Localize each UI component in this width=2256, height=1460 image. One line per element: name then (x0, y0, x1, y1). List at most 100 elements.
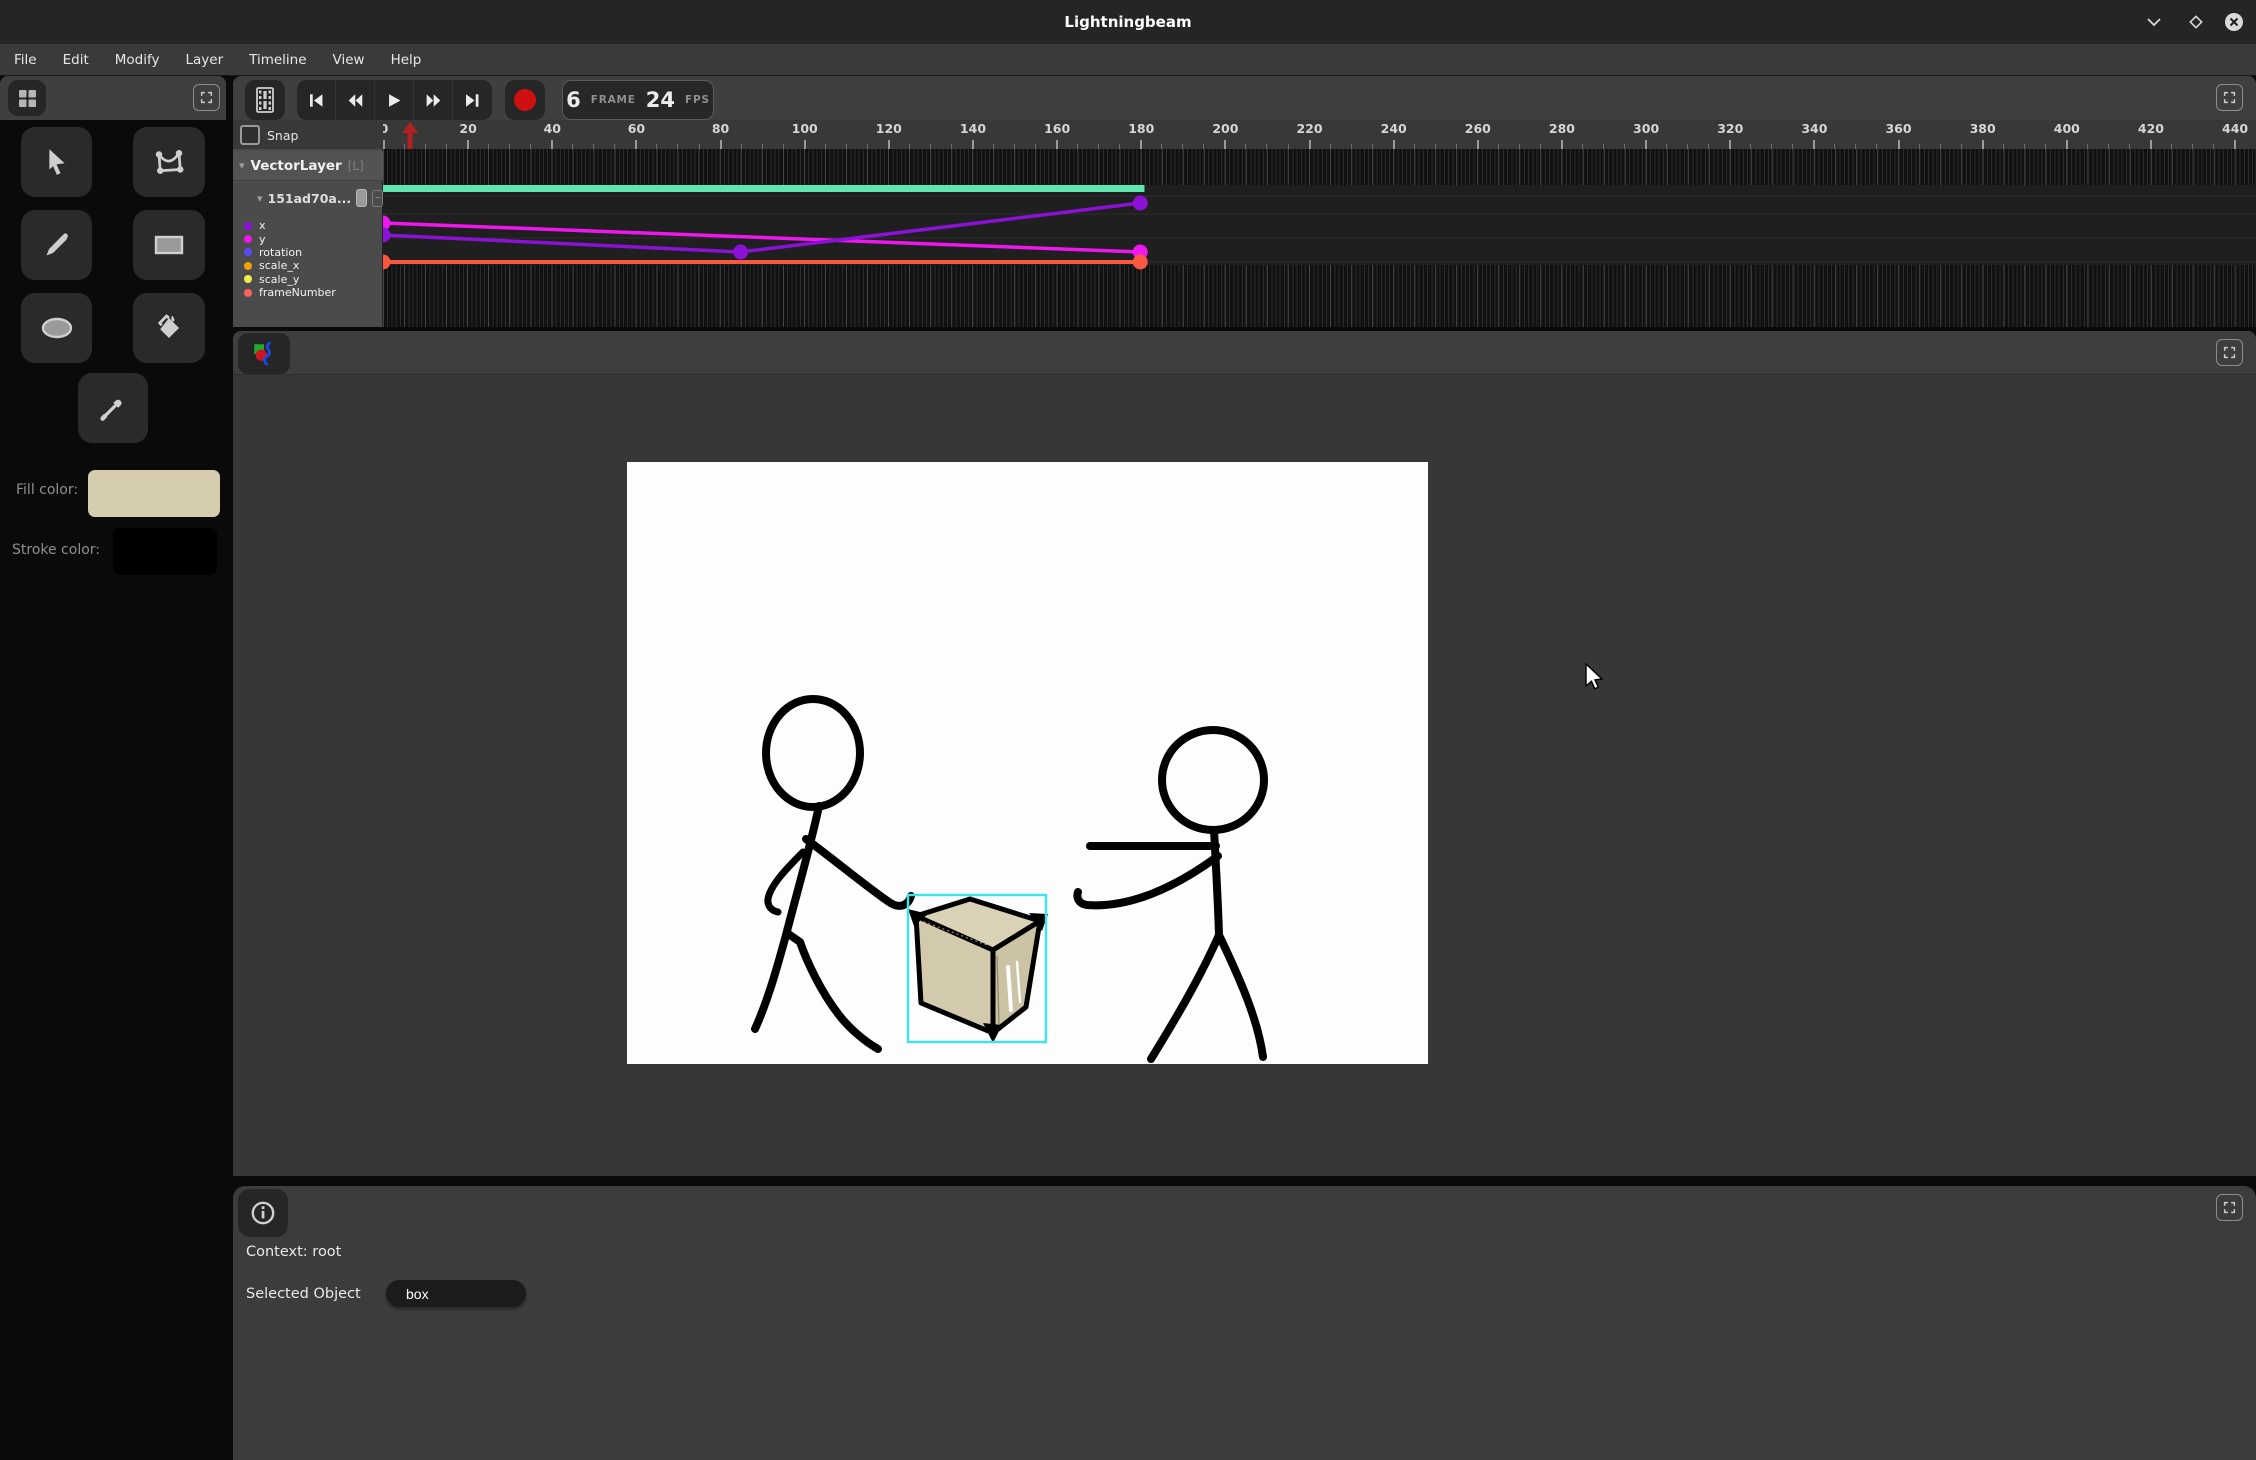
skip-to-end-button[interactable] (453, 80, 492, 120)
layer-name: VectorLayer (251, 158, 342, 174)
stick-figure-right[interactable] (1077, 730, 1264, 1059)
property-label: rotation (259, 246, 302, 259)
panel-grid-button[interactable] (8, 80, 46, 116)
ruler-tick-major (1140, 140, 1142, 149)
stick-figure-left[interactable] (755, 699, 911, 1049)
ruler-tick-major (635, 140, 637, 149)
node-editor-tool-button[interactable] (133, 127, 205, 197)
pencil-tool-button[interactable] (21, 210, 92, 280)
layer-tag: [L] (348, 159, 364, 173)
maximize-icon[interactable] (2184, 10, 2208, 34)
fill-color-label: Fill color: (16, 482, 78, 498)
ruler-tick-major (2234, 140, 2236, 149)
timeline-expand-button[interactable] (2216, 84, 2243, 111)
inspector-expand-button[interactable] (2216, 1194, 2243, 1221)
object-name: 151ad70a... (268, 191, 352, 206)
object-row[interactable]: ▾ 151ad70a... ~ (233, 183, 383, 213)
menu-modify[interactable]: Modify (115, 52, 160, 68)
ruler-tick-major (720, 140, 722, 149)
fill-color-swatch[interactable] (88, 470, 220, 517)
property-label: scale_y (259, 273, 299, 286)
ruler-scale[interactable]: 0204060801001201401601802002202402602803… (383, 120, 2256, 149)
ellipse-tool-button[interactable] (21, 293, 92, 363)
keyframe-x-85[interactable] (733, 245, 748, 260)
timeline-ruler[interactable]: Snap 02040608010012014016018020022024026… (233, 120, 2256, 149)
paint-bucket-tool-button[interactable] (133, 293, 205, 363)
ruler-tick-major (1982, 140, 1984, 149)
rectangle-tool-button[interactable] (133, 210, 205, 280)
ruler-label-60: 60 (628, 121, 645, 136)
stage[interactable] (627, 462, 1428, 1064)
stroke-color-swatch[interactable] (113, 528, 217, 575)
property-row-scale_y[interactable]: scale_y (233, 273, 383, 286)
fast-forward-button[interactable] (414, 80, 453, 120)
ruler-label-280: 280 (1549, 121, 1575, 136)
object-visibility-button[interactable] (356, 189, 367, 207)
menu-layer[interactable]: Layer (185, 52, 223, 68)
tool-panel-expand-button[interactable] (193, 84, 220, 111)
play-button[interactable] (375, 80, 414, 120)
canvas-workspace[interactable] (233, 375, 2256, 1176)
layer-span-bar[interactable] (383, 185, 1144, 192)
rectangle-icon (153, 233, 185, 257)
ruler-tick-major (1393, 140, 1395, 149)
menu-view[interactable]: View (333, 52, 365, 68)
object-ease-button[interactable]: ~ (372, 190, 383, 207)
menu-timeline[interactable]: Timeline (249, 52, 306, 68)
ruler-tick-major (2066, 140, 2068, 149)
keyframe-frameNumber-180[interactable] (1133, 255, 1148, 270)
layer-disclosure-icon[interactable]: ▾ (239, 159, 245, 172)
object-disclosure-icon[interactable]: ▾ (257, 192, 263, 205)
property-row-frameNumber[interactable]: frameNumber (233, 286, 383, 299)
expand-icon (2223, 346, 2236, 359)
skip-to-start-button[interactable] (297, 80, 336, 120)
keyframe-x-180[interactable] (1133, 196, 1148, 211)
snap-checkbox[interactable] (240, 125, 260, 145)
ruler-label-260: 260 (1465, 121, 1491, 136)
property-row-rotation[interactable]: rotation (233, 246, 383, 259)
property-row-scale_x[interactable]: scale_x (233, 259, 383, 272)
ruler-tick-major (383, 140, 385, 149)
ruler-tick-major (804, 140, 806, 149)
ruler-tick-major (1224, 140, 1226, 149)
menu-bar: File Edit Modify Layer Timeline View Help (0, 44, 2256, 76)
ruler-tick-major (1477, 140, 1479, 149)
ruler-tick-major (1729, 140, 1731, 149)
menu-edit[interactable]: Edit (63, 52, 89, 68)
close-icon[interactable] (2222, 10, 2246, 34)
ruler-label-100: 100 (792, 121, 818, 136)
ruler-label-380: 380 (1970, 121, 1996, 136)
record-button[interactable] (505, 80, 545, 120)
canvas-mode-button[interactable] (238, 333, 290, 374)
ruler-label-240: 240 (1381, 121, 1407, 136)
pencil-icon (43, 231, 71, 259)
ruler-label-400: 400 (2054, 121, 2080, 136)
property-row-x[interactable]: x (233, 219, 383, 232)
cursor-icon (44, 148, 70, 176)
rewind-button[interactable] (336, 80, 375, 120)
keyframe-x-0[interactable] (383, 228, 391, 243)
select-tool-button[interactable] (21, 127, 92, 197)
menu-file[interactable]: File (14, 52, 37, 68)
eyedropper-tool-button[interactable] (78, 373, 148, 443)
ruler-tick-major (551, 140, 553, 149)
playhead[interactable] (401, 122, 419, 149)
ruler-tick-major (1309, 140, 1311, 149)
box-object[interactable] (908, 895, 1048, 1043)
keyframe-area[interactable] (383, 149, 2256, 327)
keyframe-frameNumber-0[interactable] (383, 255, 391, 270)
animation-curves[interactable] (383, 149, 2256, 327)
minimize-icon[interactable] (2142, 10, 2166, 34)
ruler-label-120: 120 (876, 121, 902, 136)
layer-row[interactable]: ▾ VectorLayer [L] (233, 151, 383, 181)
selected-object-value[interactable]: box (386, 1280, 526, 1307)
property-label: frameNumber (259, 286, 336, 299)
ruler-label-360: 360 (1885, 121, 1911, 136)
menu-help[interactable]: Help (391, 52, 422, 68)
info-button[interactable] (238, 1189, 288, 1237)
film-button[interactable] (245, 80, 285, 120)
ruler-label-160: 160 (1044, 121, 1070, 136)
property-row-y[interactable]: y (233, 232, 383, 245)
ruler-tick-major (1813, 140, 1815, 149)
canvas-expand-button[interactable] (2216, 339, 2243, 366)
